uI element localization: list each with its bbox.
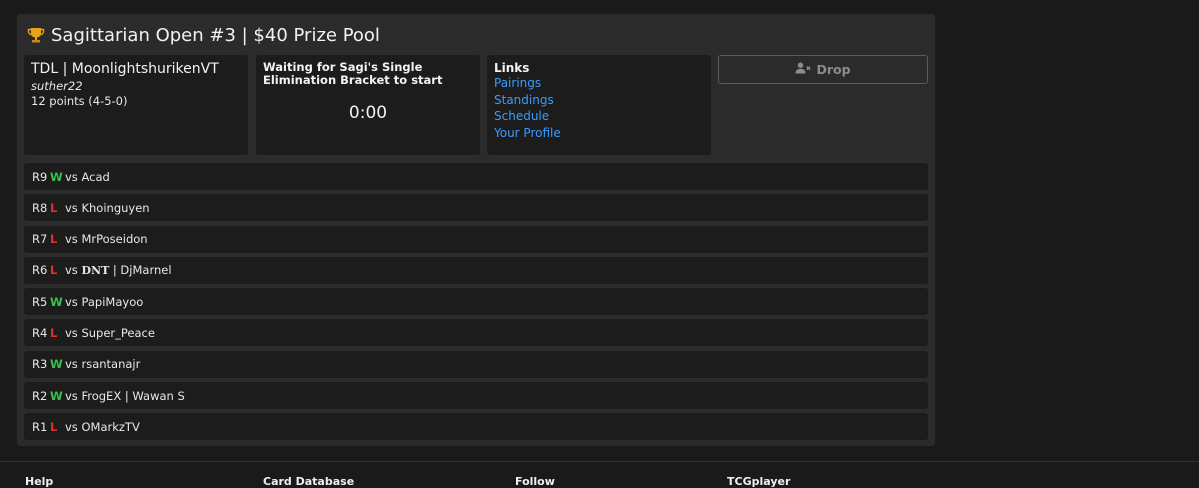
round-number: R1	[32, 419, 48, 434]
player-name: TDL | MoonlightshurikenVT	[31, 61, 219, 77]
round-opponent: vs MrPoseidon	[65, 232, 148, 247]
round-number: R4	[32, 325, 48, 340]
status-card: Waiting for Sagi's Single Elimination Br…	[256, 55, 480, 155]
round-opponent: vs Khoinguyen	[65, 200, 150, 215]
round-result: W	[50, 388, 63, 403]
round-history: R9 W vs Acad R8 L vs Khoinguyen R7 L vs …	[24, 163, 928, 445]
footer-tcgplayer[interactable]: TCGplayer	[727, 475, 790, 488]
round-result: W	[50, 169, 63, 184]
round-number: R2	[32, 388, 48, 403]
round-result: W	[50, 294, 63, 309]
round-opponent: vs Super_Peace	[65, 325, 155, 340]
event-title: Sagittarian Open #3 | $40 Prize Pool	[51, 24, 380, 46]
round-row[interactable]: R9 W vs Acad	[24, 163, 928, 190]
player-points: 12 points (4-5-0)	[31, 94, 128, 108]
round-row[interactable]: R3 W vs rsantanajr	[24, 350, 928, 378]
footer-follow[interactable]: Follow	[515, 475, 555, 488]
link-pairings[interactable]: Pairings	[494, 75, 704, 92]
event-panel: Sagittarian Open #3 | $40 Prize Pool TDL…	[17, 14, 935, 446]
round-opponent: vs rsantanajr	[65, 357, 141, 372]
round-row[interactable]: R7 L vs MrPoseidon	[24, 225, 928, 253]
round-row[interactable]: R1 L vs OMarkzTV	[24, 413, 928, 441]
round-number: R7	[32, 232, 48, 247]
round-row[interactable]: R2 W vs FrogEX | Wawan S	[24, 382, 928, 410]
round-result: L	[50, 325, 58, 340]
round-opponent: vs FrogEX | Wawan S	[65, 388, 185, 403]
round-result: L	[50, 232, 58, 247]
round-number: R9	[32, 169, 48, 184]
round-row[interactable]: R5 W vs PapiMayoo	[24, 288, 928, 316]
drop-button[interactable]: Drop	[718, 55, 928, 84]
round-number: R5	[32, 294, 48, 309]
round-number: R8	[32, 200, 48, 215]
round-number: R3	[32, 357, 48, 372]
link-your-profile[interactable]: Your Profile	[494, 125, 704, 142]
round-row[interactable]: R6 L vs DNT | DjMarnel	[24, 256, 928, 284]
links-title: Links	[494, 61, 530, 75]
round-row[interactable]: R4 L vs Super_Peace	[24, 319, 928, 347]
round-result: L	[50, 200, 58, 215]
footer-help[interactable]: Help	[25, 475, 53, 488]
round-opponent: vs PapiMayoo	[65, 294, 144, 309]
round-opponent: vs DNT | DjMarnel	[65, 263, 172, 278]
round-result: L	[50, 419, 58, 434]
links-card: Links Pairings Standings Schedule Your P…	[487, 55, 711, 155]
link-standings[interactable]: Standings	[494, 92, 704, 109]
player-username: suther22	[31, 79, 83, 93]
drop-button-label: Drop	[816, 62, 851, 77]
user-remove-icon	[795, 62, 811, 77]
round-result: W	[50, 357, 63, 372]
player-card: TDL | MoonlightshurikenVT suther22 12 po…	[24, 55, 248, 155]
round-opponent: vs Acad	[65, 169, 110, 184]
round-opponent: vs OMarkzTV	[65, 419, 140, 434]
footer-card-database[interactable]: Card Database	[263, 475, 354, 488]
opponent-team-tag: DNT	[81, 264, 110, 278]
link-schedule[interactable]: Schedule	[494, 108, 704, 125]
round-row[interactable]: R8 L vs Khoinguyen	[24, 194, 928, 222]
status-timer: 0:00	[348, 103, 388, 123]
status-message: Waiting for Sagi's Single Elimination Br…	[263, 60, 443, 87]
trophy-icon	[27, 26, 45, 44]
event-header: Sagittarian Open #3 | $40 Prize Pool	[27, 22, 380, 48]
round-number: R6	[32, 263, 48, 278]
footer-divider	[0, 461, 1199, 462]
round-result: L	[50, 263, 58, 278]
